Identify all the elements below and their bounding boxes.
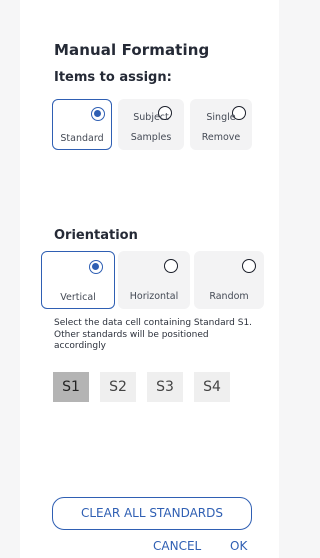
orientation-option-vertical[interactable]: Vertical	[41, 251, 115, 309]
remove-label: Remove	[201, 132, 241, 143]
item-option-standard[interactable]: Standard	[52, 99, 112, 150]
clear-all-standards-button[interactable]: CLEAR ALL STANDARDS	[52, 497, 252, 530]
orientation-option-horizontal[interactable]: Horizontal	[118, 251, 190, 309]
subject-label: Subject	[133, 112, 169, 123]
ok-button[interactable]: OK	[230, 539, 247, 553]
orientation-heading: Orientation	[54, 228, 138, 243]
panel-title: Manual Formating	[54, 41, 210, 59]
random-radio[interactable]	[242, 259, 256, 273]
random-label: Random	[209, 291, 249, 302]
horizontal-label: Horizontal	[129, 291, 179, 302]
standard-s1[interactable]: S1	[53, 372, 89, 402]
standard-s2[interactable]: S2	[100, 372, 136, 402]
vertical-label: Vertical	[60, 292, 96, 303]
orientation-option-random[interactable]: Random	[194, 251, 264, 309]
single-label: Single	[206, 112, 236, 123]
standard-s4[interactable]: S4	[194, 372, 230, 402]
samples-label: Samples	[130, 132, 172, 143]
instruction-text: Select the data cell containing Standard…	[54, 318, 253, 351]
standard-radio[interactable]	[91, 107, 105, 121]
horizontal-radio[interactable]	[164, 259, 178, 273]
standard-label: Standard	[60, 133, 104, 144]
cancel-button[interactable]: CANCEL	[153, 539, 201, 553]
item-option-single-remove[interactable]: Single Remove	[190, 99, 252, 150]
vertical-radio[interactable]	[89, 260, 103, 274]
standard-s3[interactable]: S3	[147, 372, 183, 402]
items-to-assign-heading: Items to assign:	[54, 70, 172, 85]
item-option-subject-samples[interactable]: Subject Samples	[118, 99, 184, 150]
